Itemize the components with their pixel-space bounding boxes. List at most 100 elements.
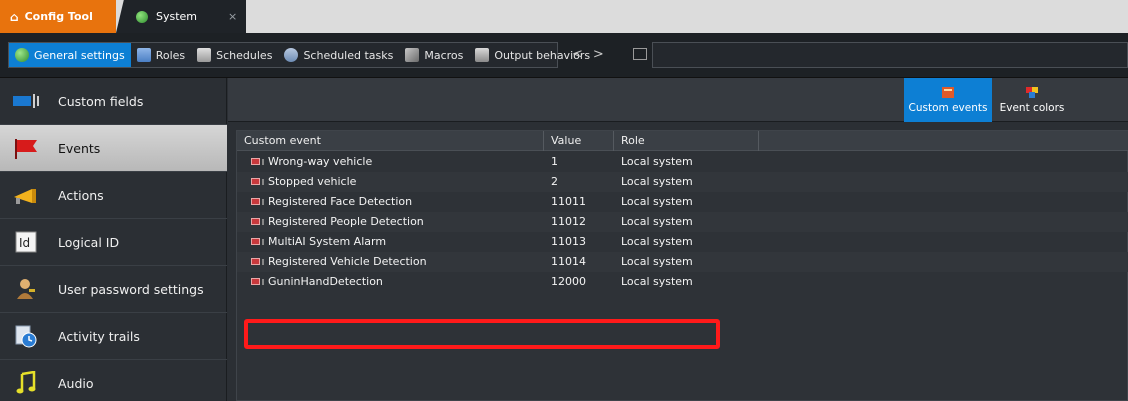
cell-custom-event: Registered Face Detection bbox=[268, 195, 413, 208]
tab-system-label: System bbox=[156, 10, 198, 23]
sidebar: Custom fields Events Actions Id Logical … bbox=[0, 78, 227, 401]
roles-label: Roles bbox=[155, 48, 186, 62]
event-icon bbox=[251, 278, 260, 285]
tab-bar: ⌂ Config Tool System × bbox=[0, 0, 1128, 33]
event-marker-icon bbox=[262, 179, 264, 185]
toolbar-group: General settings Roles Schedules Schedul… bbox=[8, 42, 590, 68]
back-arrow-icon[interactable]: < bbox=[572, 47, 593, 62]
event-icon bbox=[251, 238, 260, 245]
sidebar-item-custom-fields[interactable]: Custom fields bbox=[0, 78, 227, 124]
event-marker-icon bbox=[262, 199, 264, 205]
event-icon bbox=[251, 218, 260, 225]
custom-events-icon bbox=[942, 86, 954, 98]
custom-events-button[interactable]: Custom events bbox=[904, 78, 992, 122]
general-settings-label: General settings bbox=[34, 48, 125, 62]
column-header-custom-event[interactable]: Custom event bbox=[237, 131, 544, 151]
sidebar-item-label: User password settings bbox=[58, 281, 204, 297]
cell-role: Local system bbox=[621, 195, 693, 208]
sidebar-item-label: Actions bbox=[58, 187, 104, 203]
custom-fields-icon bbox=[12, 89, 40, 113]
address-bar[interactable] bbox=[652, 42, 1128, 68]
music-note-icon bbox=[12, 371, 40, 395]
sidebar-item-events[interactable]: Events bbox=[0, 125, 227, 171]
sidebar-item-label: Audio bbox=[58, 375, 94, 391]
cell-value: 1 bbox=[551, 155, 558, 168]
id-icon: Id bbox=[12, 230, 40, 254]
schedules-label: Schedules bbox=[216, 48, 273, 62]
event-icon bbox=[251, 158, 260, 165]
table-header: Custom event Value Role bbox=[237, 131, 1128, 151]
roles-button[interactable]: Roles bbox=[131, 43, 191, 67]
svg-text:Id: Id bbox=[19, 236, 30, 250]
event-marker-icon bbox=[262, 239, 264, 245]
sidebar-item-audio[interactable]: Audio bbox=[0, 360, 227, 401]
clock-icon bbox=[12, 324, 40, 348]
megaphone-icon bbox=[12, 183, 40, 207]
cell-role: Local system bbox=[621, 175, 693, 188]
sidebar-item-label: Logical ID bbox=[58, 234, 120, 250]
general-settings-button[interactable]: General settings bbox=[9, 43, 131, 67]
table-row[interactable]: Wrong-way vehicle 1 Local system bbox=[237, 152, 1128, 172]
nav-arrows: <> bbox=[572, 47, 614, 62]
table-row[interactable]: Registered Vehicle Detection 11014 Local s… bbox=[237, 252, 1128, 272]
cell-role: Local system bbox=[621, 215, 693, 228]
event-icon bbox=[251, 198, 260, 205]
table-row[interactable]: Registered People Detection 11012 Local sy… bbox=[237, 212, 1128, 232]
column-header-role[interactable]: Role bbox=[614, 131, 759, 151]
scheduled-tasks-button[interactable]: Scheduled tasks bbox=[278, 43, 399, 67]
column-header-value[interactable]: Value bbox=[544, 131, 614, 151]
cell-value: 11011 bbox=[551, 195, 586, 208]
tab-system[interactable]: System bbox=[116, 0, 246, 33]
hierarchy-icon[interactable] bbox=[633, 48, 647, 60]
system-globe-icon bbox=[136, 10, 148, 23]
table-row[interactable]: GuninHandDetection 12000 Local system bbox=[237, 272, 1128, 292]
cell-role: Local system bbox=[621, 255, 693, 268]
cell-custom-event: Registered Vehicle Detection bbox=[268, 255, 427, 268]
event-marker-icon bbox=[262, 159, 264, 165]
table-row[interactable]: Stopped vehicle 2 Local system bbox=[237, 172, 1128, 192]
table-row[interactable]: MultiAI System Alarm 11013 Local system bbox=[237, 232, 1128, 252]
tab-config-tool-label: Config Tool bbox=[24, 10, 93, 23]
flag-icon bbox=[12, 136, 40, 160]
cell-value: 11013 bbox=[551, 235, 586, 248]
config-tool-window: ⌂ Config Tool System × General settings … bbox=[0, 0, 1128, 401]
sidebar-item-logical-id[interactable]: Id Logical ID bbox=[0, 219, 227, 265]
event-colors-button[interactable]: Event colors bbox=[996, 78, 1068, 122]
sidebar-item-actions[interactable]: Actions bbox=[0, 172, 227, 218]
cell-value: 2 bbox=[551, 175, 558, 188]
macros-button[interactable]: Macros bbox=[399, 43, 469, 67]
close-tab-icon[interactable]: × bbox=[228, 10, 237, 23]
sidebar-item-user-password-settings[interactable]: User password settings bbox=[0, 266, 227, 312]
tab-config-tool[interactable]: ⌂ Config Tool bbox=[0, 0, 116, 33]
main-panel: Custom events Event colors Custom event … bbox=[228, 78, 1128, 401]
user-key-icon bbox=[12, 277, 40, 301]
cell-role: Local system bbox=[621, 155, 693, 168]
event-marker-icon bbox=[262, 279, 264, 285]
event-colors-icon bbox=[1026, 86, 1038, 98]
cell-value: 11012 bbox=[551, 215, 586, 228]
macros-label: Macros bbox=[424, 48, 464, 62]
highlight-box bbox=[244, 319, 720, 349]
calendar-icon bbox=[197, 48, 212, 62]
cell-role: Local system bbox=[621, 235, 693, 248]
cell-custom-event: MultiAI System Alarm bbox=[268, 235, 387, 248]
cell-custom-event: Registered People Detection bbox=[268, 215, 424, 228]
custom-events-table: Custom event Value Role Wrong-way vehicl… bbox=[236, 130, 1128, 401]
home-icon: ⌂ bbox=[10, 9, 19, 24]
output-icon bbox=[475, 48, 490, 62]
toolbar: General settings Roles Schedules Schedul… bbox=[0, 33, 1128, 78]
table-row[interactable]: Registered Face Detection 11011 Local syst… bbox=[237, 192, 1128, 212]
cell-value: 12000 bbox=[551, 275, 586, 288]
sidebar-item-label: Events bbox=[58, 140, 101, 156]
event-icon bbox=[251, 258, 260, 265]
main-header: Custom events Event colors bbox=[228, 78, 1128, 122]
gear-task-icon bbox=[284, 48, 299, 62]
forward-arrow-icon[interactable]: > bbox=[593, 47, 614, 62]
scheduled-tasks-label: Scheduled tasks bbox=[303, 48, 394, 62]
custom-events-label: Custom events bbox=[908, 101, 988, 114]
sidebar-item-label: Activity trails bbox=[58, 328, 140, 344]
sidebar-item-activity-trails[interactable]: Activity trails bbox=[0, 313, 227, 359]
schedules-button[interactable]: Schedules bbox=[191, 43, 278, 67]
event-marker-icon bbox=[262, 219, 264, 225]
cell-value: 11014 bbox=[551, 255, 586, 268]
